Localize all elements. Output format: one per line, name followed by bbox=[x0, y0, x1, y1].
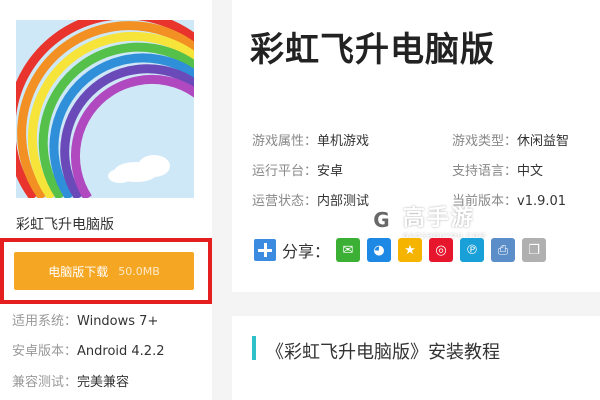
pc-download-button[interactable]: 电脑版下载 50.0MB bbox=[14, 252, 194, 290]
spec-compat-value: 完美兼容 bbox=[77, 375, 130, 390]
info-type: 游戏类型：休闲益智 bbox=[452, 130, 569, 149]
info-platform: 运行平台：安卓 bbox=[252, 160, 343, 179]
share-label[interactable]: 分享： bbox=[254, 238, 330, 262]
info-value: 单机游戏 bbox=[317, 134, 370, 149]
info-key: 运行平台： bbox=[252, 164, 318, 179]
game-name-label: 彩虹飞升电脑版 bbox=[16, 217, 114, 233]
info-value: 中文 bbox=[517, 164, 544, 179]
info-value: 安卓 bbox=[317, 164, 344, 179]
spec-system: 适用系统：Windows 7+ bbox=[12, 310, 158, 329]
qq-icon[interactable]: ◕ bbox=[367, 238, 391, 262]
tencent-weibo-icon[interactable]: ℗ bbox=[460, 238, 484, 262]
info-key: 支持语言： bbox=[452, 164, 518, 179]
info-value: 内部测试 bbox=[317, 194, 370, 209]
info-attribute: 游戏属性：单机游戏 bbox=[252, 130, 369, 149]
game-detail-card: 彩虹飞升电脑版 游戏属性：单机游戏 游戏类型：休闲益智 运行平台：安卓 支持语言… bbox=[232, 0, 600, 292]
weibo-icon[interactable]: ◎ bbox=[429, 238, 453, 262]
spec-compat-key: 兼容测试： bbox=[12, 375, 78, 390]
section-title: 《彩虹飞升电脑版》安装教程 bbox=[266, 342, 500, 363]
wechat-icon[interactable]: ✉ bbox=[336, 238, 360, 262]
info-value: v1.9.01 bbox=[517, 194, 567, 209]
game-info-card: 彩虹飞升电脑版 电脑版下载 50.0MB 适用系统：Windows 7+ 安卓版… bbox=[0, 0, 212, 400]
install-guide-card: 《彩虹飞升电脑版》安装教程 bbox=[232, 316, 600, 400]
share-text: 分享： bbox=[282, 242, 331, 261]
download-highlight-frame: 电脑版下载 50.0MB bbox=[0, 238, 212, 304]
download-button-label: 电脑版下载 bbox=[48, 264, 109, 279]
info-key: 游戏属性： bbox=[252, 134, 318, 149]
spec-android-key: 安卓版本： bbox=[12, 344, 78, 359]
rainbow-image bbox=[16, 20, 194, 198]
info-key: 游戏类型： bbox=[452, 134, 518, 149]
watermark-brand: 高手游 bbox=[402, 206, 475, 231]
info-key: 运营状态： bbox=[252, 194, 318, 209]
info-language: 支持语言：中文 bbox=[452, 160, 543, 179]
info-status: 运营状态：内部测试 bbox=[252, 190, 369, 209]
plus-icon[interactable] bbox=[254, 239, 276, 261]
spec-android: 安卓版本：Android 4.2.2 bbox=[12, 340, 165, 359]
game-cover-image[interactable] bbox=[16, 20, 194, 198]
spec-compat: 兼容测试：完美兼容 bbox=[12, 371, 129, 390]
page-title: 彩虹飞升电脑版 bbox=[250, 30, 495, 70]
print-icon[interactable]: ⎙ bbox=[491, 238, 515, 262]
spec-system-key: 适用系统： bbox=[12, 314, 78, 329]
spec-system-value: Windows 7+ bbox=[77, 314, 159, 329]
site-watermark: G 高手游 GAOSHOUYOU.COM bbox=[366, 196, 486, 244]
info-value: 休闲益智 bbox=[517, 134, 570, 149]
copy-icon[interactable]: ❐ bbox=[522, 238, 546, 262]
download-size: 50.0MB bbox=[118, 264, 160, 278]
section-accent-bar bbox=[252, 336, 256, 360]
spec-android-value: Android 4.2.2 bbox=[77, 344, 165, 359]
share-icons: ✉ ◕ ★ ◎ ℗ ⎙ ❐ bbox=[336, 238, 546, 262]
watermark-logo-icon: G bbox=[366, 203, 397, 237]
qzone-icon[interactable]: ★ bbox=[398, 238, 422, 262]
